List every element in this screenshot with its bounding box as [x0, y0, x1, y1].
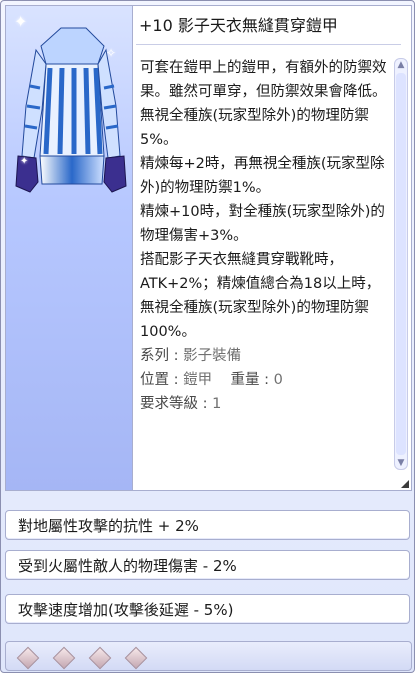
item-tooltip-window: ✦ ✧ ✦ +10 影子天衣無縫貫穿鎧甲 可套在鎧甲上的鎧甲，有額外的防禦效果。…	[0, 0, 415, 673]
empty-slot-icon	[16, 646, 40, 670]
empty-slot-icon	[52, 646, 76, 670]
item-description: 可套在鎧甲上的鎧甲，有額外的防禦效果。雖然可單穿，但防禦效果會降低。 無視全種族…	[140, 56, 392, 416]
empty-slot-icon	[88, 646, 112, 670]
level-row: 要求等級 : 1	[140, 392, 392, 416]
item-artwork: ✦ ✧ ✦	[6, 6, 133, 490]
scroll-down-arrow-icon[interactable]: ▼	[395, 457, 407, 469]
random-option-1: 對地屬性攻擊的抗性 + 2%	[5, 510, 410, 540]
description-line: 精煉+10時，對全種族(玩家型除外)的物理傷害+3%。	[140, 204, 385, 244]
resize-handle-icon[interactable]	[401, 480, 409, 488]
series-row: 系列 : 影子裝備	[140, 344, 392, 368]
description-line: 無視全種族(玩家型除外)的物理防禦5%。	[140, 108, 369, 148]
weight-label: 重量 :	[230, 372, 270, 388]
item-info-panel: ✦ ✧ ✦ +10 影子天衣無縫貫穿鎧甲 可套在鎧甲上的鎧甲，有額外的防禦效果。…	[5, 5, 412, 491]
level-label: 要求等級 :	[140, 396, 208, 412]
weight-value: 0	[273, 372, 283, 388]
position-row: 位置 : 鎧甲 重量 : 0	[140, 368, 392, 392]
scroll-up-arrow-icon[interactable]: ▲	[395, 59, 407, 71]
description-scrollbar[interactable]: ▲ ▼	[394, 58, 408, 470]
item-title: +10 影子天衣無縫貫穿鎧甲	[139, 16, 338, 35]
series-value: 影子裝備	[183, 348, 242, 364]
card-slot-bar	[5, 641, 412, 671]
position-label: 位置 :	[140, 372, 179, 388]
sparkle-icon: ✧	[106, 46, 117, 60]
description-line: 搭配影子天衣無縫貫穿戰靴時，ATK+2%；精煉值總合為18以上時，無視全種族(玩…	[140, 252, 381, 340]
title-divider	[136, 44, 401, 45]
random-option-2: 受到火屬性敵人的物理傷害 - 2%	[5, 550, 410, 580]
empty-slot-icon	[124, 646, 148, 670]
sparkle-icon: ✦	[20, 156, 29, 167]
description-line: 可套在鎧甲上的鎧甲，有額外的防禦效果。雖然可單穿，但防禦效果會降低。	[140, 60, 387, 100]
scroll-thumb[interactable]	[396, 73, 406, 455]
series-label: 系列 :	[140, 348, 179, 364]
level-value: 1	[212, 396, 222, 412]
sparkle-icon: ✦	[14, 12, 28, 31]
shadow-armor-illustration	[15, 27, 127, 193]
random-option-3: 攻擊速度增加(攻擊後延遲 - 5%)	[5, 594, 410, 624]
description-line: 精煉每+2時，再無視全種族(玩家型除外)的物理防禦1%。	[140, 156, 385, 196]
position-value: 鎧甲	[183, 372, 213, 388]
